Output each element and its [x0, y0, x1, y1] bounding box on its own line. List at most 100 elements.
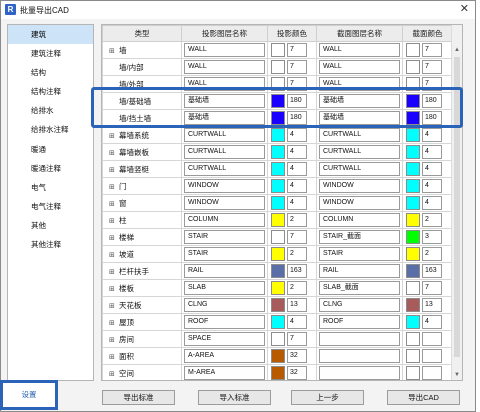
section-layer-input[interactable]: ROOF — [319, 315, 400, 329]
sidebar-item[interactable]: 建筑注释 — [8, 44, 93, 63]
scroll-thumb[interactable] — [454, 57, 460, 357]
export-cad-button[interactable]: 导出CAD — [387, 390, 460, 405]
settings-button[interactable]: 设置 — [0, 380, 58, 410]
projection-color-index[interactable]: 4 — [287, 315, 307, 329]
section-color-swatch[interactable] — [406, 145, 420, 159]
section-layer-input[interactable]: RAIL — [319, 264, 400, 278]
section-color-index[interactable]: 4 — [422, 162, 442, 176]
projection-color-index[interactable]: 4 — [287, 128, 307, 142]
section-layer-input[interactable]: 基础墙 — [319, 111, 400, 125]
section-color-swatch[interactable] — [406, 315, 420, 329]
sidebar-item[interactable]: 结构注释 — [8, 82, 93, 101]
projection-color-index[interactable]: 7 — [287, 332, 307, 346]
projection-color-swatch[interactable] — [271, 332, 285, 346]
expand-icon[interactable]: ⊞ — [109, 234, 119, 242]
section-color-swatch[interactable] — [406, 366, 420, 380]
projection-color-index[interactable]: 4 — [287, 179, 307, 193]
expand-icon[interactable]: ⊞ — [109, 149, 119, 157]
section-layer-input[interactable]: WINDOW — [319, 196, 400, 210]
scroll-up-icon[interactable]: ▲ — [454, 47, 460, 53]
section-color-swatch[interactable] — [406, 213, 420, 227]
projection-color-index[interactable]: 2 — [287, 247, 307, 261]
section-color-swatch[interactable] — [406, 281, 420, 295]
section-color-index[interactable]: 2 — [422, 213, 442, 227]
projection-color-index[interactable]: 32 — [287, 349, 307, 363]
projection-color-index[interactable]: 163 — [287, 264, 307, 278]
section-color-swatch[interactable] — [406, 77, 420, 91]
projection-color-index[interactable]: 4 — [287, 145, 307, 159]
projection-color-swatch[interactable] — [271, 264, 285, 278]
projection-layer-input[interactable]: SPACE — [184, 332, 265, 346]
section-layer-input[interactable]: COLUMN — [319, 213, 400, 227]
sidebar-item[interactable]: 电气注释 — [8, 197, 93, 216]
section-color-index[interactable]: 2 — [422, 247, 442, 261]
section-layer-input[interactable] — [319, 332, 400, 346]
projection-layer-input[interactable]: A-AREA — [184, 349, 265, 363]
section-layer-input[interactable]: CURTWALL — [319, 128, 400, 142]
projection-layer-input[interactable]: SLAB — [184, 281, 265, 295]
projection-color-swatch[interactable] — [271, 315, 285, 329]
projection-color-swatch[interactable] — [271, 213, 285, 227]
projection-layer-input[interactable]: WINDOW — [184, 179, 265, 193]
projection-color-swatch[interactable] — [271, 298, 285, 312]
section-layer-input[interactable]: WINDOW — [319, 179, 400, 193]
projection-layer-input[interactable]: 基础墙 — [184, 111, 265, 125]
projection-color-swatch[interactable] — [271, 196, 285, 210]
projection-color-swatch[interactable] — [271, 111, 285, 125]
projection-color-swatch[interactable] — [271, 281, 285, 295]
section-color-index[interactable]: 163 — [422, 264, 442, 278]
projection-color-index[interactable]: 180 — [287, 94, 307, 108]
export-standard-button[interactable]: 导出标准 — [102, 390, 175, 405]
section-layer-input[interactable]: WALL — [319, 60, 400, 74]
section-color-swatch[interactable] — [406, 298, 420, 312]
section-layer-input[interactable]: 基础墙 — [319, 94, 400, 108]
projection-color-swatch[interactable] — [271, 162, 285, 176]
projection-color-index[interactable]: 2 — [287, 281, 307, 295]
projection-color-swatch[interactable] — [271, 230, 285, 244]
projection-color-index[interactable]: 7 — [287, 60, 307, 74]
section-color-index[interactable]: 7 — [422, 281, 442, 295]
projection-color-index[interactable]: 7 — [287, 77, 307, 91]
section-layer-input[interactable]: SLAB_截面 — [319, 281, 400, 295]
projection-color-swatch[interactable] — [271, 179, 285, 193]
projection-color-swatch[interactable] — [271, 247, 285, 261]
section-color-index[interactable] — [422, 332, 442, 346]
expand-icon[interactable]: ⊞ — [109, 217, 119, 225]
section-color-swatch[interactable] — [406, 43, 420, 57]
section-layer-input[interactable]: CURTWALL — [319, 145, 400, 159]
section-layer-input[interactable]: CURTWALL — [319, 162, 400, 176]
section-color-swatch[interactable] — [406, 111, 420, 125]
section-layer-input[interactable]: WALL — [319, 77, 400, 91]
scroll-down-icon[interactable]: ▼ — [454, 372, 460, 378]
import-standard-button[interactable]: 导入标准 — [198, 390, 271, 405]
projection-layer-input[interactable]: M-AREA — [184, 366, 265, 380]
projection-color-swatch[interactable] — [271, 128, 285, 142]
projection-layer-input[interactable]: WINDOW — [184, 196, 265, 210]
expand-icon[interactable]: ⊞ — [109, 336, 119, 344]
projection-color-index[interactable]: 7 — [287, 230, 307, 244]
projection-color-index[interactable]: 4 — [287, 196, 307, 210]
projection-layer-input[interactable]: 基础墙 — [184, 94, 265, 108]
sidebar-item[interactable]: 给排水注释 — [8, 120, 93, 139]
section-color-swatch[interactable] — [406, 94, 420, 108]
projection-color-swatch[interactable] — [271, 77, 285, 91]
projection-color-index[interactable]: 32 — [287, 366, 307, 380]
section-color-index[interactable]: 7 — [422, 43, 442, 57]
projection-color-index[interactable]: 7 — [287, 43, 307, 57]
sidebar-item[interactable]: 暖通注释 — [8, 159, 93, 178]
section-layer-input[interactable]: CLNG — [319, 298, 400, 312]
section-color-swatch[interactable] — [406, 179, 420, 193]
vertical-scrollbar[interactable]: ▲ ▼ — [451, 25, 462, 380]
projection-layer-input[interactable]: CURTWALL — [184, 162, 265, 176]
section-layer-input[interactable]: STAIR — [319, 247, 400, 261]
projection-layer-input[interactable]: ROOF — [184, 315, 265, 329]
projection-layer-input[interactable]: WALL — [184, 60, 265, 74]
close-icon[interactable]: ✕ — [460, 3, 469, 15]
section-color-index[interactable]: 4 — [422, 315, 442, 329]
section-color-index[interactable]: 7 — [422, 77, 442, 91]
section-layer-input[interactable]: WALL — [319, 43, 400, 57]
section-color-index[interactable] — [422, 349, 442, 363]
expand-icon[interactable]: ⊞ — [109, 132, 119, 140]
section-color-swatch[interactable] — [406, 60, 420, 74]
projection-color-index[interactable]: 2 — [287, 213, 307, 227]
